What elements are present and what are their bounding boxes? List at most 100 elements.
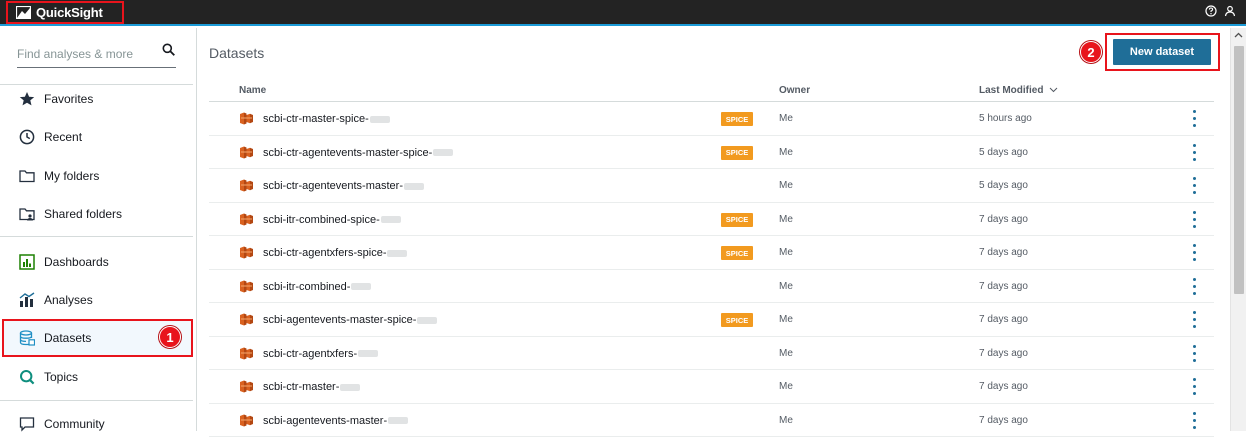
sort-descending-icon[interactable]: [1049, 85, 1058, 94]
column-header-owner[interactable]: Owner: [779, 85, 810, 96]
dataset-last-modified: 7 days ago: [979, 381, 1028, 392]
dataset-owner: Me: [779, 180, 793, 191]
sidebar-item-favorites[interactable]: Favorites: [0, 80, 193, 118]
search-input[interactable]: [17, 47, 157, 61]
sidebar-item-dashboards[interactable]: Dashboards: [0, 243, 193, 281]
vertical-scrollbar[interactable]: [1230, 28, 1246, 431]
dataset-source-icon: [240, 146, 253, 158]
table-body: scbi-ctr-master-spice- SPICE Me 5 hours …: [209, 102, 1214, 437]
dataset-last-modified: 7 days ago: [979, 314, 1028, 325]
datasets-table: Name Owner Last Modified scbi-ctr-master…: [209, 78, 1214, 437]
dataset-name[interactable]: scbi-itr-combined-: [263, 281, 372, 293]
sidebar-item-recent[interactable]: Recent: [0, 118, 193, 156]
more-options-icon[interactable]: [1191, 210, 1197, 228]
column-header-last-modified[interactable]: Last Modified: [979, 85, 1043, 96]
table-row[interactable]: scbi-ctr-agentevents-master- Me 5 days a…: [209, 169, 1214, 203]
new-dataset-button[interactable]: New dataset: [1113, 39, 1211, 65]
dataset-name[interactable]: scbi-itr-combined-spice-: [263, 214, 401, 226]
more-options-icon[interactable]: [1191, 411, 1197, 429]
quicksight-logo[interactable]: QuickSight: [6, 1, 124, 24]
redacted-text: [351, 283, 372, 291]
scroll-thumb[interactable]: [1234, 46, 1244, 294]
more-options-icon[interactable]: [1191, 344, 1197, 362]
sidebar-item-label: Recent: [44, 130, 83, 144]
dataset-last-modified: 5 hours ago: [979, 113, 1032, 124]
dataset-name[interactable]: scbi-ctr-agentevents-master-spice-: [263, 147, 454, 159]
more-options-icon[interactable]: [1191, 110, 1197, 127]
more-options-icon[interactable]: [1191, 244, 1197, 261]
redacted-text: [380, 216, 401, 224]
spice-badge: SPICE: [721, 212, 753, 227]
dataset-source-icon: [240, 347, 253, 359]
table-row[interactable]: scbi-agentevents-master-spice- SPICE Me …: [209, 303, 1214, 337]
dataset-last-modified: 5 days ago: [979, 146, 1028, 158]
sidebar-item-label: Shared folders: [44, 207, 123, 221]
sidebar: Favorites Recent My folders Shared folde…: [0, 28, 197, 432]
user-icon[interactable]: [1224, 5, 1236, 17]
spice-badge: SPICE: [721, 313, 753, 327]
search-box[interactable]: [17, 40, 176, 68]
dataset-source-icon: [240, 380, 253, 393]
more-options-icon[interactable]: [1191, 177, 1197, 194]
folder-icon: [18, 167, 36, 185]
dataset-owner: Me: [779, 113, 793, 124]
sidebar-item-topics[interactable]: Topics: [0, 358, 193, 396]
redacted-text: [369, 115, 390, 123]
table-row[interactable]: scbi-agentevents-master- Me 7 days ago: [209, 404, 1214, 437]
table-row[interactable]: scbi-itr-combined- Me 7 days ago: [209, 270, 1214, 303]
sidebar-item-label: Community: [44, 417, 105, 431]
table-row[interactable]: scbi-ctr-master- Me 7 days ago: [209, 370, 1214, 404]
dataset-last-modified: 5 days ago: [979, 180, 1028, 191]
dataset-last-modified: 7 days ago: [979, 213, 1028, 225]
dataset-source-icon: [240, 246, 253, 259]
sidebar-item-my-folders[interactable]: My folders: [0, 157, 193, 195]
sidebar-item-community[interactable]: Community: [0, 405, 193, 443]
scroll-up-arrow-icon[interactable]: [1234, 31, 1243, 40]
dataset-owner: Me: [779, 146, 793, 158]
sidebar-item-label: Dashboards: [44, 255, 109, 269]
dataset-name[interactable]: scbi-agentevents-master-: [263, 415, 409, 427]
more-options-icon[interactable]: [1191, 378, 1197, 395]
dataset-source-icon: [240, 414, 253, 426]
table-row[interactable]: scbi-ctr-agentxfers-spice- SPICE Me 7 da…: [209, 236, 1214, 270]
sidebar-item-label: Analyses: [44, 293, 93, 307]
dataset-name[interactable]: scbi-agentevents-master-spice-: [263, 314, 438, 326]
dataset-name[interactable]: scbi-ctr-agentevents-master-: [263, 180, 424, 192]
spice-badge: SPICE: [721, 112, 753, 126]
help-icon[interactable]: [1205, 5, 1217, 17]
top-bar: QuickSight: [0, 0, 1246, 26]
redacted-text: [388, 417, 409, 425]
more-options-icon[interactable]: [1191, 143, 1197, 161]
column-header-name[interactable]: Name: [239, 85, 266, 96]
redacted-text: [387, 249, 408, 257]
redacted-text: [358, 350, 379, 358]
table-row[interactable]: scbi-ctr-master-spice- SPICE Me 5 hours …: [209, 102, 1214, 136]
dataset-name[interactable]: scbi-ctr-master-: [263, 381, 361, 393]
dataset-name[interactable]: scbi-ctr-agentxfers-spice-: [263, 247, 408, 259]
main-content: Datasets 2 New dataset Name Owner Last M…: [197, 28, 1230, 437]
sidebar-item-shared-folders[interactable]: Shared folders: [0, 195, 193, 233]
analyses-icon: [18, 291, 36, 309]
dataset-name[interactable]: scbi-ctr-agentxfers-: [263, 348, 379, 360]
dataset-owner: Me: [779, 314, 793, 325]
sidebar-divider: [0, 236, 193, 237]
community-icon: [18, 415, 36, 433]
table-row[interactable]: scbi-itr-combined-spice- SPICE Me 7 days…: [209, 203, 1214, 236]
search-icon[interactable]: [162, 43, 175, 56]
more-options-icon[interactable]: [1191, 311, 1197, 328]
dataset-name[interactable]: scbi-ctr-master-spice-: [263, 113, 390, 125]
dataset-owner: Me: [779, 213, 793, 225]
sidebar-item-label: Topics: [44, 370, 79, 384]
dataset-owner: Me: [779, 347, 793, 359]
sidebar-item-analyses[interactable]: Analyses: [0, 281, 193, 319]
more-options-icon[interactable]: [1191, 277, 1197, 295]
redacted-text: [404, 182, 424, 190]
table-row[interactable]: scbi-ctr-agentxfers- Me 7 days ago: [209, 337, 1214, 370]
table-row[interactable]: scbi-ctr-agentevents-master-spice- SPICE…: [209, 136, 1214, 169]
dataset-owner: Me: [779, 280, 793, 292]
sidebar-item-label: Datasets: [44, 331, 92, 345]
spice-badge: SPICE: [721, 246, 753, 260]
dataset-source-icon: [240, 280, 253, 292]
sidebar-item-label: My folders: [44, 169, 100, 183]
step-1-badge: 1: [159, 326, 181, 348]
